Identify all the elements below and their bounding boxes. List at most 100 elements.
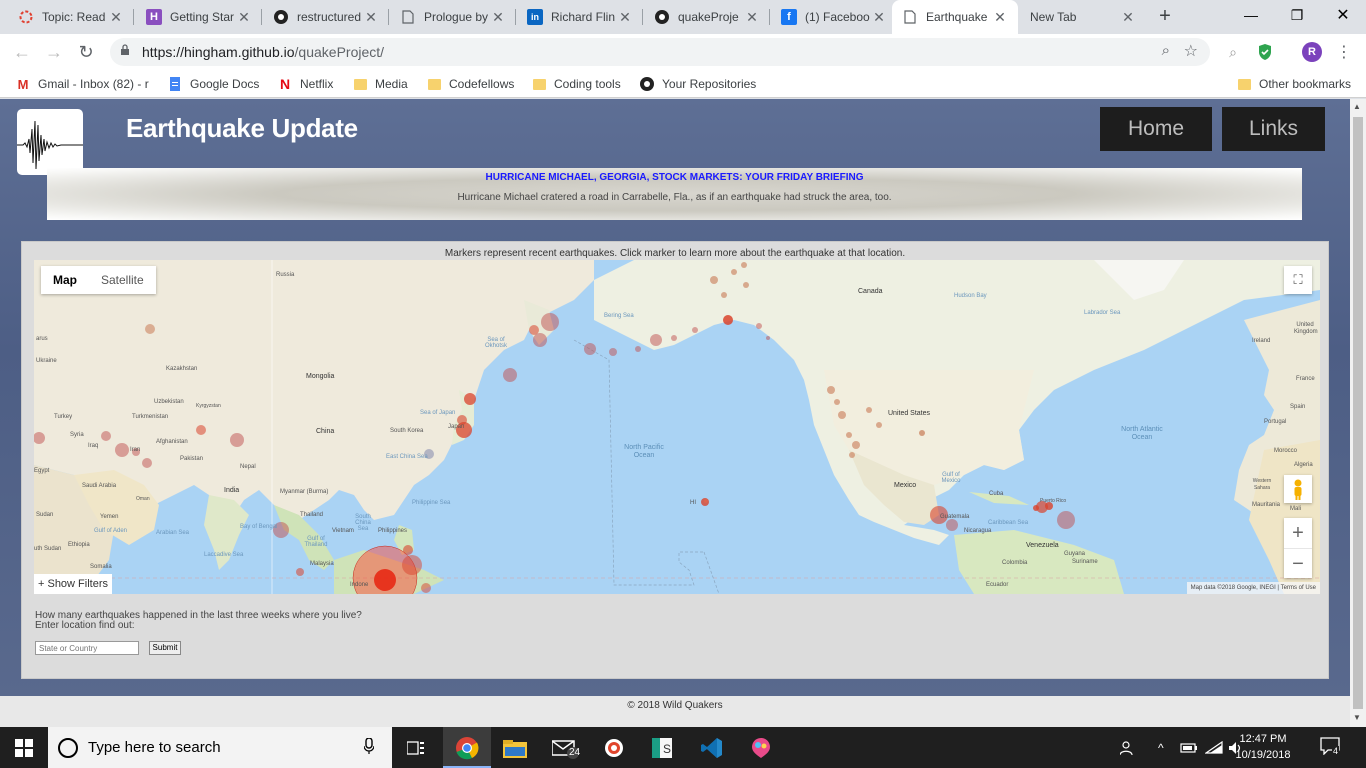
earthquake-marker [230, 433, 244, 447]
bookmark-folder-codefellows[interactable]: Codefellows [427, 75, 514, 93]
map-type-satellite-button[interactable]: Satellite [89, 266, 156, 294]
street-view-pegman-icon[interactable] [1284, 475, 1312, 503]
earthquake-marker [145, 324, 155, 334]
bookmark-folder-media[interactable]: Media [353, 75, 408, 93]
browser-tab[interactable]: f (1) Faceboo ✕ [771, 0, 897, 34]
new-tab-button[interactable]: + [1155, 6, 1175, 26]
scroll-up-icon[interactable]: ▲ [1353, 102, 1361, 111]
scrollbar-thumb[interactable] [1353, 117, 1363, 709]
earthquake-marker [374, 569, 396, 591]
minimize-button[interactable]: — [1228, 0, 1274, 30]
close-tab-icon[interactable]: ✕ [744, 9, 760, 26]
microphone-icon[interactable] [363, 737, 375, 757]
extension-icon[interactable]: ⌕ [1224, 43, 1242, 61]
copyright-text: © 2018 Wild Quakers [627, 700, 723, 711]
close-tab-icon[interactable]: ✕ [490, 9, 506, 26]
chevron-up-icon[interactable]: ^ [1158, 727, 1164, 768]
paint-app-icon[interactable] [737, 727, 785, 768]
map-label: Suriname [1072, 559, 1098, 565]
bookmark-your-repositories[interactable]: Your Repositories [640, 75, 756, 93]
bookmark-google-docs[interactable]: Google Docs [168, 75, 259, 93]
tab-title: Topic: Read [42, 10, 106, 24]
menu-dots-icon[interactable]: ⋮ [1336, 42, 1352, 62]
reload-icon[interactable]: ↻ [76, 42, 96, 62]
zoom-out-button[interactable]: − [1284, 548, 1312, 578]
browser-tab[interactable]: quakeProje ✕ [644, 0, 770, 34]
map-label: United States [888, 410, 931, 417]
earthquake-marker [866, 407, 872, 413]
back-icon[interactable]: ← [12, 42, 32, 62]
folder-icon [532, 77, 546, 91]
home-nav-button[interactable]: Home [1100, 107, 1212, 151]
earthquake-marker [196, 425, 206, 435]
people-icon[interactable] [1120, 727, 1136, 768]
maximize-button[interactable]: ❐ [1274, 0, 1320, 30]
close-window-button[interactable]: ✕ [1320, 0, 1366, 30]
fullscreen-icon[interactable]: ⛶ [1284, 266, 1312, 294]
forward-icon[interactable]: → [44, 42, 64, 62]
map-label: Portugal [1264, 419, 1287, 425]
linkedin-icon: in [527, 9, 543, 25]
close-tab-icon[interactable]: ✕ [871, 9, 887, 26]
bookmark-gmail[interactable]: M Gmail - Inbox (82) - r [16, 75, 149, 93]
page-scrollbar[interactable]: ▲ ▼ [1350, 99, 1366, 727]
task-view-icon[interactable] [392, 727, 440, 768]
zoom-icon[interactable]: ⌕ [1162, 42, 1170, 59]
submit-button[interactable]: Submit [149, 641, 181, 655]
news-headline-link[interactable]: HURRICANE MICHAEL, GEORGIA, STOCK MARKET… [47, 172, 1302, 183]
taskbar-clock[interactable]: 12:47 PM 10/19/2018 [1218, 731, 1308, 763]
seismograph-logo[interactable] [17, 109, 83, 175]
browser-tab[interactable]: H Getting Star ✕ [136, 0, 262, 34]
zoom-in-button[interactable]: + [1284, 518, 1312, 548]
location-input[interactable] [35, 641, 139, 655]
close-tab-icon[interactable]: ✕ [617, 9, 633, 26]
mail-icon[interactable]: 24 [541, 727, 589, 768]
browser-tab-active[interactable]: Earthquake ✕ [892, 0, 1018, 34]
taskbar-search-box[interactable]: Type here to search [48, 727, 392, 768]
news-banner: HURRICANE MICHAEL, GEORGIA, STOCK MARKET… [47, 168, 1302, 220]
address-bar[interactable]: https://hingham.github.io/quakeProject/ … [110, 38, 1210, 66]
close-tab-icon[interactable]: ✕ [236, 9, 252, 26]
sway-icon[interactable]: S [638, 727, 686, 768]
windows-start-icon[interactable] [0, 727, 48, 768]
browser-tab[interactable]: Topic: Read ✕ [8, 0, 134, 34]
links-nav-button[interactable]: Links [1222, 107, 1325, 151]
bookmark-folder-coding-tools[interactable]: Coding tools [532, 75, 621, 93]
map-label: Caribbean Sea [988, 520, 1029, 526]
github-icon [273, 9, 289, 25]
earthquake-marker [101, 431, 111, 441]
browser-tab[interactable]: restructured ✕ [263, 0, 389, 34]
scroll-down-icon[interactable]: ▼ [1353, 713, 1361, 722]
clock-time: 12:47 PM [1239, 733, 1287, 745]
map-label: Pakistan [180, 456, 204, 462]
close-tab-icon[interactable]: ✕ [363, 9, 379, 26]
notification-center-icon[interactable]: 4 [1320, 737, 1346, 759]
bookmark-netflix[interactable]: N Netflix [278, 75, 333, 93]
vscode-icon[interactable] [688, 727, 736, 768]
terms-of-use-link[interactable]: Terms of Use [1281, 585, 1316, 591]
map-panel: Markers represent recent earthquakes. Cl… [21, 241, 1329, 679]
map-label: China [316, 428, 335, 435]
browser-tab[interactable]: in Richard Flin ✕ [517, 0, 643, 34]
shield-icon[interactable] [1256, 43, 1274, 61]
earthquake-map[interactable]: Russia Kazakhstan Mongolia China India U… [34, 260, 1320, 594]
browser-tab[interactable]: New Tab ✕ [1020, 0, 1146, 34]
file-explorer-icon[interactable] [491, 727, 539, 768]
browser-tab[interactable]: Prologue by ✕ [390, 0, 516, 34]
show-filters-button[interactable]: + Show Filters [34, 574, 112, 594]
url-text: https://hingham.github.io/quakeProject/ [142, 44, 385, 60]
close-tab-icon[interactable]: ✕ [1120, 9, 1136, 26]
map-label: Turkey [54, 414, 73, 420]
profile-avatar[interactable]: R [1302, 42, 1322, 62]
close-tab-icon[interactable]: ✕ [992, 9, 1008, 26]
map-label: Hudson Bay [954, 293, 987, 299]
map-type-map-button[interactable]: Map [41, 266, 89, 294]
battery-icon[interactable] [1180, 727, 1198, 768]
bookmark-star-icon[interactable]: ☆ [1184, 41, 1198, 61]
bookmark-other-bookmarks[interactable]: Other bookmarks [1237, 75, 1351, 93]
close-tab-icon[interactable]: ✕ [108, 9, 124, 26]
app-target-icon[interactable] [590, 727, 638, 768]
earthquake-marker [296, 568, 304, 576]
chrome-taskbar-icon[interactable] [443, 727, 491, 768]
earthquake-marker [721, 292, 727, 298]
